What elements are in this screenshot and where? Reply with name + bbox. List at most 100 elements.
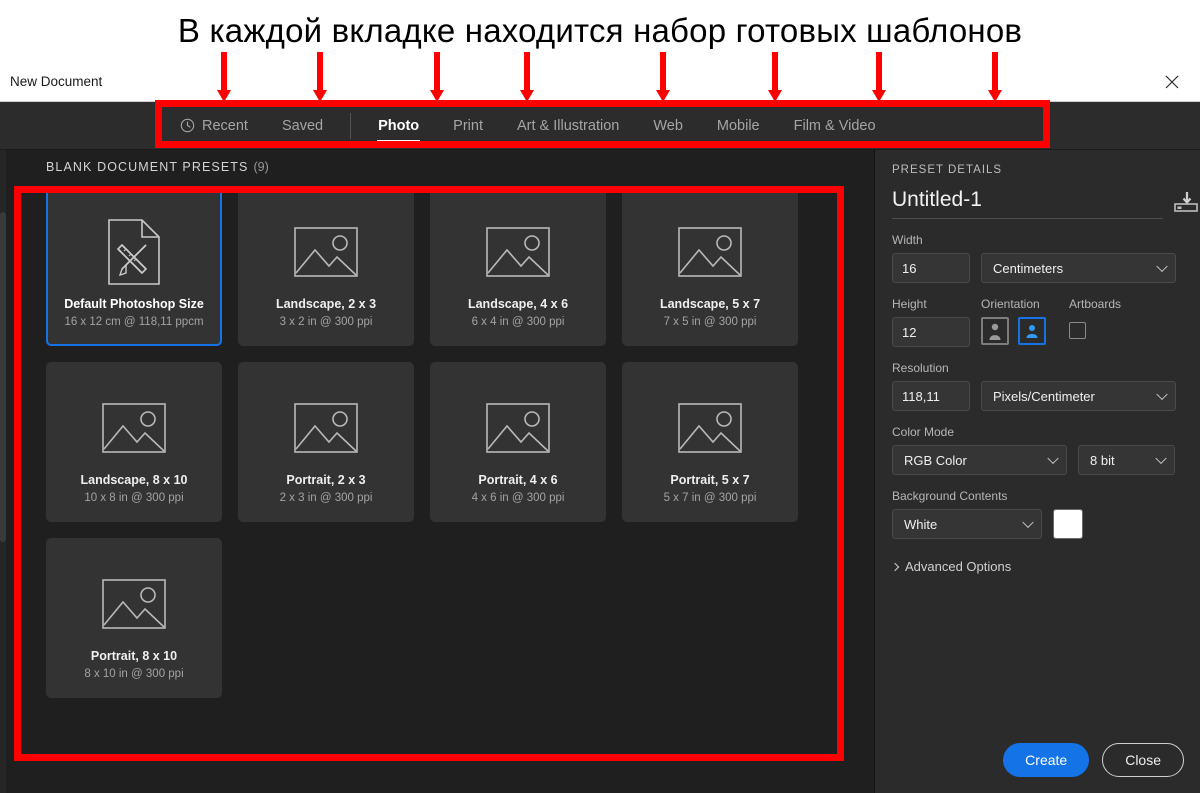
tab-film-video[interactable]: Film & Video [777,102,893,150]
tab-recent[interactable]: Recent [163,102,265,150]
image-placeholder-icon [240,382,412,474]
orientation-toggle-group [981,317,1069,347]
window-titlebar: New Document [0,62,1200,102]
preset-meta: 5 x 7 in @ 300 ppi [664,492,757,504]
chevron-right-icon [891,562,899,570]
preset-name: Portrait, 8 x 10 [91,649,177,663]
height-orientation-artboards-controls [892,317,1180,347]
background-contents-label: Background Contents [892,489,1180,503]
tab-art-illustration[interactable]: Art & Illustration [500,102,636,150]
preset-name: Landscape, 8 x 10 [80,473,187,487]
width-row: Centimeters [892,253,1180,283]
vertical-scrollbar[interactable] [0,150,6,793]
bit-depth-select[interactable]: 8 bit [1078,445,1175,475]
preset-meta: 10 x 8 in @ 300 ppi [84,492,183,504]
orientation-label: Orientation [981,297,1069,311]
tab-label: Print [453,118,483,134]
background-contents-select[interactable]: White [892,509,1042,539]
preset-card-landscape-5x7[interactable]: Landscape, 5 x 7 7 x 5 in @ 300 ppi [622,186,798,346]
preset-name: Portrait, 4 x 6 [478,473,557,487]
presets-section-title: BLANK DOCUMENT PRESETS(9) [46,160,269,174]
height-input[interactable] [892,317,970,347]
tab-separator [350,113,351,139]
bit-depth-value: 8 bit [1090,453,1115,468]
chevron-down-icon [1155,453,1166,464]
preset-name: Portrait, 5 x 7 [670,473,749,487]
resolution-label: Resolution [892,361,1180,375]
resolution-unit-select[interactable]: Pixels/Centimeter [981,381,1176,411]
dialog-body: BLANK DOCUMENT PRESETS(9) [0,150,1200,793]
preset-card-portrait-2x3[interactable]: Portrait, 2 x 3 2 x 3 in @ 300 ppi [238,362,414,522]
width-label: Width [892,233,1180,247]
chevron-down-icon [1156,261,1167,272]
scrollbar-thumb[interactable] [0,212,6,542]
presets-pane: BLANK DOCUMENT PRESETS(9) [0,150,875,793]
orientation-landscape-icon[interactable] [1018,317,1046,345]
preset-meta: 3 x 2 in @ 300 ppi [280,316,373,328]
resolution-unit-value: Pixels/Centimeter [993,389,1095,404]
image-placeholder-icon [624,382,796,474]
background-color-swatch[interactable] [1053,509,1083,539]
tab-photo[interactable]: Photo [361,102,436,150]
presets-grid: Default Photoshop Size 16 x 12 cm @ 118,… [46,186,816,698]
preset-card-portrait-4x6[interactable]: Portrait, 4 x 6 4 x 6 in @ 300 ppi [430,362,606,522]
clock-icon [180,118,195,133]
resolution-input[interactable] [892,381,970,411]
create-button[interactable]: Create [1003,743,1089,777]
image-placeholder-icon [432,382,604,474]
preset-card-landscape-2x3[interactable]: Landscape, 2 x 3 3 x 2 in @ 300 ppi [238,186,414,346]
tab-label: Photo [378,118,419,134]
preset-details-heading: PRESET DETAILS [892,164,1180,176]
color-mode-label: Color Mode [892,425,1180,439]
tab-label: Mobile [717,118,760,134]
preset-meta: 2 x 3 in @ 300 ppi [280,492,373,504]
tab-label: Film & Video [794,118,876,134]
background-contents-row: White [892,509,1180,539]
window-title: New Document [10,74,102,89]
preset-name: Landscape, 5 x 7 [660,297,760,311]
tab-label: Art & Illustration [517,118,619,134]
document-name-input[interactable] [892,186,1163,219]
preset-card-landscape-4x6[interactable]: Landscape, 4 x 6 6 x 4 in @ 300 ppi [430,186,606,346]
artboards-label: Artboards [1069,297,1149,311]
image-placeholder-icon [48,382,220,474]
tab-saved[interactable]: Saved [265,102,340,150]
resolution-row: Pixels/Centimeter [892,381,1180,411]
preset-name: Portrait, 2 x 3 [286,473,365,487]
new-document-window: New Document Recent [0,62,1200,793]
width-input[interactable] [892,253,970,283]
preset-card-landscape-8x10[interactable]: Landscape, 8 x 10 10 x 8 in @ 300 ppi [46,362,222,522]
preset-meta: 6 x 4 in @ 300 ppi [472,316,565,328]
preset-card-portrait-5x7[interactable]: Portrait, 5 x 7 5 x 7 in @ 300 ppi [622,362,798,522]
preset-meta: 4 x 6 in @ 300 ppi [472,492,565,504]
preset-card-portrait-8x10[interactable]: Portrait, 8 x 10 8 x 10 in @ 300 ppi [46,538,222,698]
document-ruler-pencil-icon [48,206,220,298]
category-tabbar: Recent Saved Photo Print Art & Illustrat… [0,102,1200,150]
close-button[interactable]: Close [1102,743,1184,777]
preset-card-default-photoshop-size[interactable]: Default Photoshop Size 16 x 12 cm @ 118,… [46,186,222,346]
artboards-checkbox[interactable] [1069,322,1086,339]
chevron-down-icon [1022,517,1033,528]
preset-meta: 7 x 5 in @ 300 ppi [664,316,757,328]
screenshot-root: В каждой вкладке находится набор готовых… [0,0,1200,793]
height-orientation-artboards-labels: Height Orientation Artboards [892,283,1180,317]
preset-name: Landscape, 2 x 3 [276,297,376,311]
chevron-down-icon [1047,453,1058,464]
tab-web[interactable]: Web [636,102,700,150]
tab-label: Saved [282,118,323,134]
advanced-options-label: Advanced Options [905,559,1011,574]
dialog-footer: Create Close [1003,743,1184,777]
image-placeholder-icon [624,206,796,298]
save-preset-icon[interactable] [1173,191,1199,213]
orientation-portrait-icon[interactable] [981,317,1009,345]
color-mode-select[interactable]: RGB Color [892,445,1067,475]
tab-mobile[interactable]: Mobile [700,102,777,150]
width-unit-select[interactable]: Centimeters [981,253,1176,283]
document-name-row [892,186,1180,219]
preset-meta: 8 x 10 in @ 300 ppi [84,668,183,680]
advanced-options-toggle[interactable]: Advanced Options [892,559,1180,574]
tab-print[interactable]: Print [436,102,500,150]
color-mode-row: RGB Color 8 bit [892,445,1180,475]
close-icon[interactable] [1152,62,1192,102]
image-placeholder-icon [48,558,220,650]
